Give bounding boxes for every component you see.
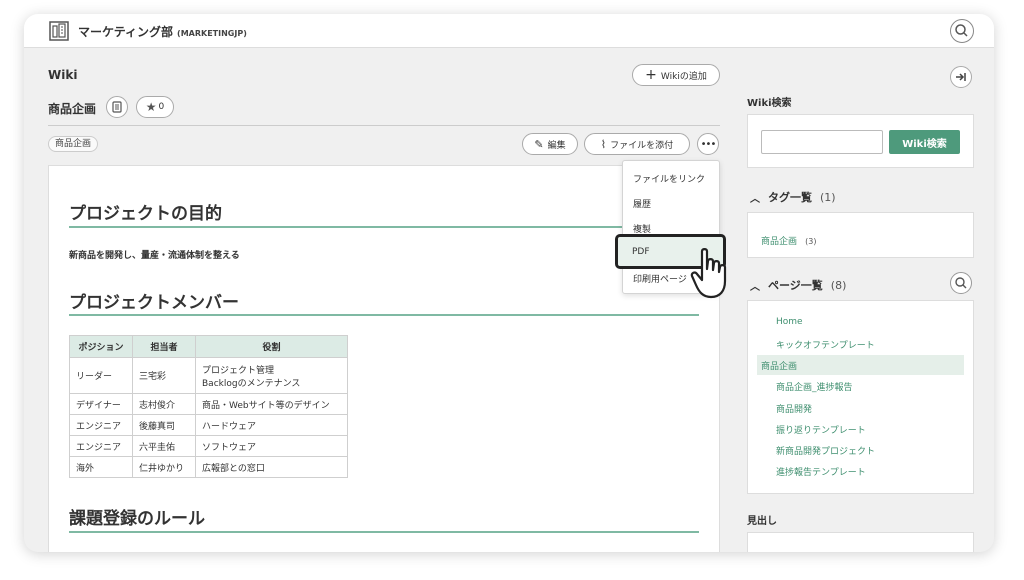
attach-file-button[interactable]: ⌇ ファイルを添付 (584, 133, 690, 155)
role-line: プロジェクト管理 (202, 365, 275, 376)
menu-item-print-page[interactable]: 印刷用ページ (633, 272, 687, 285)
header-divider (48, 125, 720, 126)
wiki-section-label: Wiki (48, 68, 78, 82)
menu-item-history[interactable]: 履歴 (633, 197, 651, 210)
page-info-button[interactable] (106, 96, 128, 118)
pointing-hand-cursor-icon (690, 248, 727, 299)
page-title: 商品企画 (48, 102, 97, 116)
column-header: ポジション (69, 335, 133, 358)
page-list-count: (8) (830, 278, 847, 292)
table-cell: 仁井ゆかり (132, 456, 196, 478)
page-list-item[interactable]: キックオフテンプレート (776, 338, 875, 351)
chevron-up-icon: ︿ (750, 281, 760, 293)
search-icon (955, 24, 968, 37)
pencil-icon: ✎ (534, 137, 544, 151)
page-list-item[interactable]: 振り返りテンプレート (776, 423, 866, 436)
table-row: デザイナー 志村俊介 商品・Webサイト等のデザイン (69, 393, 348, 415)
table-cell: 広報部との窓口 (195, 456, 348, 478)
heading-issue-rules: 課題登録のルール (69, 509, 205, 529)
wiki-content: プロジェクトの目的 新商品を開発し、量産・流通体制を整える プロジェクトメンバー… (48, 165, 720, 552)
project-title: マーケティング部 (78, 25, 174, 39)
tag-list-title: タグ一覧 (768, 191, 812, 204)
heading-purpose: プロジェクトの目的 (69, 204, 222, 224)
project-name[interactable]: マーケティング部 (MARKETINGJP) (78, 23, 247, 40)
heading-rule (69, 226, 699, 228)
more-options-button[interactable]: ••• (697, 133, 719, 155)
tag-count: (3) (805, 237, 817, 246)
purpose-text: 新商品を開発し、量産・流通体制を整える (69, 251, 240, 261)
building-icon (49, 21, 69, 41)
members-table: ポジション 担当者 役割 リーダー 三宅彩 プロジェクト管理 Backlogのメ… (69, 335, 348, 478)
tag-list-item[interactable]: 商品企画 (3) (761, 229, 816, 248)
tag-name: 商品企画 (761, 237, 798, 247)
attach-file-label: ファイルを添付 (610, 140, 674, 151)
page-list-title: ページ一覧 (768, 279, 823, 292)
page-list-item[interactable]: Home (776, 317, 803, 327)
wiki-search-input[interactable] (761, 130, 883, 154)
tag-list-header[interactable]: ︿ タグ一覧 (1) (750, 189, 836, 205)
paperclip-icon: ⌇ (600, 137, 607, 151)
table-row: エンジニア 後藤真司 ハードウェア (69, 414, 348, 436)
top-bar: マーケティング部 (MARKETINGJP) (24, 14, 994, 48)
table-row: エンジニア 六平圭佑 ソフトウェア (69, 435, 348, 457)
search-icon (955, 277, 967, 289)
global-search-button[interactable] (950, 19, 974, 43)
star-icon: ★ (145, 100, 157, 114)
page-list-header[interactable]: ︿ ページ一覧 (8) (750, 277, 846, 293)
add-wiki-button[interactable]: + Wikiの追加 (632, 64, 720, 86)
outline-box (747, 532, 974, 552)
heading-members: プロジェクトメンバー (69, 293, 239, 313)
table-cell: デザイナー (69, 393, 133, 415)
table-cell: プロジェクト管理 Backlogのメンテナンス (195, 357, 348, 394)
table-cell: 海外 (69, 456, 133, 478)
chevron-up-icon: ︿ (750, 193, 760, 205)
column-header: 役割 (195, 335, 348, 358)
page-list-item[interactable]: 商品企画_進捗報告 (776, 380, 853, 393)
plus-icon: + (645, 67, 657, 83)
table-cell: 三宅彩 (132, 357, 196, 394)
page-list-item[interactable]: 商品開発 (776, 402, 812, 415)
wiki-search-box: Wiki検索 (747, 114, 974, 168)
table-cell: 商品・Webサイト等のデザイン (195, 393, 348, 415)
project-key: (MARKETINGJP) (177, 29, 247, 38)
page-list-item[interactable]: 進捗報告テンプレート (776, 465, 866, 478)
tag-list-count: (1) (820, 190, 836, 204)
collapse-sidebar-button[interactable] (950, 66, 972, 88)
table-row: リーダー 三宅彩 プロジェクト管理 Backlogのメンテナンス (69, 357, 348, 394)
heading-rule (69, 314, 699, 316)
app-window: マーケティング部 (MARKETINGJP) Wiki + Wikiの追加 商品企… (24, 14, 994, 552)
page-tag-chip[interactable]: 商品企画 (48, 136, 99, 152)
table-cell: ハードウェア (195, 414, 348, 436)
page-list-search-button[interactable] (950, 272, 972, 294)
page-list-item[interactable]: 新商品開発プロジェクト (776, 444, 875, 457)
page-list-box: Home キックオフテンプレート 商品企画 商品企画_進捗報告 商品開発 振り返… (747, 300, 974, 494)
page-list-item-current[interactable]: 商品企画 (761, 359, 797, 372)
tag-list-box: 商品企画 (3) (747, 212, 974, 258)
wiki-search-label: Wiki検索 (747, 98, 792, 109)
edit-label: 編集 (547, 140, 566, 151)
star-count: 0 (158, 102, 165, 112)
heading-rule (69, 531, 699, 533)
table-cell: リーダー (69, 357, 133, 394)
menu-item-link-file[interactable]: ファイルをリンク (633, 172, 705, 185)
star-button[interactable]: ★ 0 (136, 96, 174, 118)
table-cell: 志村俊介 (132, 393, 196, 415)
table-cell: 後藤真司 (132, 414, 196, 436)
table-row: 海外 仁井ゆかり 広報部との窓口 (69, 456, 348, 478)
table-cell: エンジニア (69, 414, 133, 436)
add-wiki-label: Wikiの追加 (660, 71, 707, 82)
table-cell: エンジニア (69, 435, 133, 457)
document-icon (112, 101, 122, 113)
table-cell: 六平圭佑 (132, 435, 196, 457)
collapse-arrow-icon (956, 73, 966, 81)
edit-button[interactable]: ✎ 編集 (522, 133, 578, 155)
table-header-row: ポジション 担当者 役割 (69, 335, 348, 358)
outline-label: 見出し (747, 516, 777, 527)
table-cell: ソフトウェア (195, 435, 348, 457)
wiki-search-button[interactable]: Wiki検索 (889, 130, 960, 154)
role-line: Backlogのメンテナンス (202, 378, 301, 389)
column-header: 担当者 (132, 335, 196, 358)
